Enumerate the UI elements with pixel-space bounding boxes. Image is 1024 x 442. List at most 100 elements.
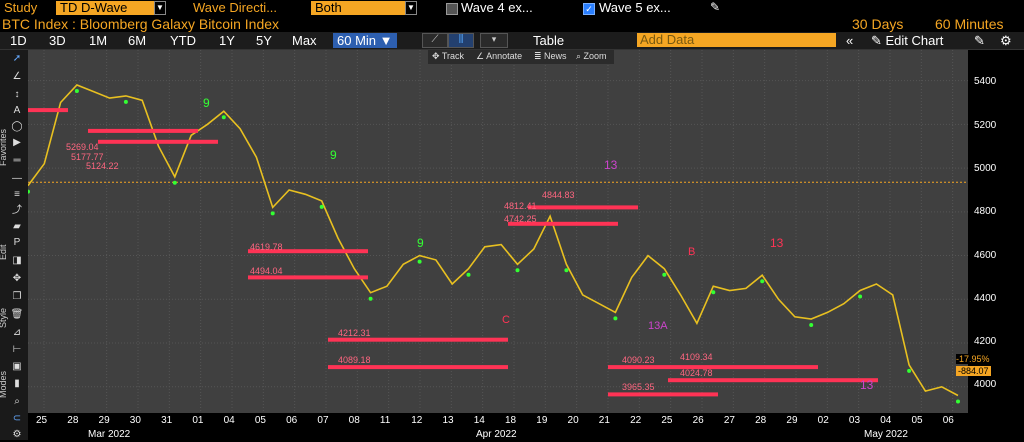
wave-direction-select[interactable]: Both [311, 1, 407, 15]
x-tick: 21 [598, 415, 610, 426]
wave-marker [564, 268, 569, 273]
study-label: Study [4, 0, 38, 15]
level-bar [328, 337, 508, 342]
pattern-icon[interactable]: P [10, 236, 24, 250]
x-tick: 20 [567, 415, 579, 426]
wave-marker [466, 272, 471, 277]
wave-marker [417, 259, 422, 264]
level-bar [98, 139, 218, 144]
page-title: BTC Index : Bloomberg Galaxy Bitcoin Ind… [2, 16, 280, 32]
move-icon[interactable]: ✥ [10, 272, 24, 286]
range-1y[interactable]: 1Y [219, 33, 235, 48]
range-1m[interactable]: 1M [89, 33, 107, 48]
level-bar [248, 275, 368, 280]
price-label: 4212.31 [338, 328, 371, 338]
range-ytd[interactable]: YTD [170, 33, 196, 48]
ellipse-icon[interactable]: ◯ [10, 120, 24, 134]
x-tick: 03 [848, 415, 861, 426]
brush-icon[interactable]: ▮ [10, 377, 24, 391]
tab-modes[interactable]: Modes [0, 371, 8, 398]
wave5-label: Wave 5 ex... [599, 0, 671, 15]
add-data-input[interactable]: Add Data [637, 33, 836, 47]
wave-marker [809, 323, 814, 327]
wave-marker [270, 211, 275, 216]
study-dropdown-icon[interactable]: ▼ [154, 1, 166, 15]
range-3d[interactable]: 3D [49, 33, 66, 48]
wave-marker [907, 368, 912, 373]
news-button[interactable]: ≣ News [534, 51, 567, 62]
period-label: 30 Days [852, 16, 904, 32]
price-label: 3965.35 [622, 382, 655, 392]
news-label: News [544, 51, 567, 61]
range-6m[interactable]: 6M [128, 33, 146, 48]
edit-pencil-icon[interactable]: ✎ [974, 33, 985, 49]
x-tick: 04 [223, 415, 235, 426]
zoom-button[interactable]: ⌕ Zoom [576, 51, 607, 62]
range-max[interactable]: Max [292, 33, 317, 48]
trend-icon[interactable]: ⤴ [10, 204, 24, 218]
weight-icon[interactable]: ⊢ [10, 343, 24, 357]
range-5y[interactable]: 5Y [256, 33, 272, 48]
price-label: 4024.78 [680, 368, 713, 378]
chart-type-dropdown-icon[interactable]: ▾ [480, 33, 508, 48]
hline-icon[interactable]: — [10, 172, 24, 186]
line-chart-icon[interactable]: ⟋ [422, 33, 448, 48]
y-tick: 4000 [974, 379, 997, 390]
copy-icon[interactable]: ❐ [10, 290, 24, 304]
arrow-icon[interactable]: ▶ [10, 136, 24, 150]
x-tick: 26 [692, 415, 704, 426]
fill-icon[interactable]: ▣ [10, 360, 24, 374]
bar-chart-icon[interactable]: ⫼ [448, 33, 474, 48]
annotate-button[interactable]: ∠ Annotate [476, 51, 522, 62]
y-tick: 4600 [974, 250, 997, 261]
tab-favorites[interactable]: Favorites [0, 129, 8, 166]
line-style-icon[interactable]: ⊿ [10, 326, 24, 340]
study-select[interactable]: TD D-Wave [56, 1, 154, 15]
x-tick: 06 [942, 415, 954, 426]
table-button[interactable]: Table [533, 33, 564, 48]
pencil-draw-icon[interactable]: ∠ [10, 70, 24, 84]
interval-select[interactable]: 60 Min ▼ [333, 33, 397, 48]
x-tick: 29 [98, 415, 110, 426]
price-chart[interactable]: 5269.04 5177.77 5124.22 4844.83 4812.41 … [28, 50, 968, 413]
shape-icon[interactable]: ▰ [10, 220, 24, 234]
tab-edit[interactable]: Edit [0, 244, 8, 260]
x-tick: 11 [379, 415, 391, 426]
level-bar [668, 378, 878, 383]
lock-icon[interactable]: ⌕ [10, 395, 24, 409]
wave-13-label: 13 [860, 378, 874, 392]
x-tick: 31 [161, 415, 173, 426]
delete-icon[interactable]: 🗑 [10, 308, 24, 322]
edit-chart-button[interactable]: ✎ Edit Chart [871, 33, 943, 49]
wave-direction-dropdown-icon[interactable]: ▼ [405, 1, 417, 15]
chart-canvas [28, 50, 968, 413]
wave-c-label: C [502, 314, 510, 326]
track-label: Track [441, 51, 465, 61]
channel-icon[interactable]: ═ [10, 154, 24, 168]
x-tick: 29 [786, 415, 798, 426]
magnet-icon[interactable]: ⊂ [10, 412, 24, 426]
collapse-icon[interactable]: « [846, 33, 853, 48]
interval-label: 60 Minutes [935, 16, 1004, 32]
interval-select-label: 60 Min [337, 33, 377, 48]
x-tick: 30 [129, 415, 141, 426]
x-axis: 25 28 29 30 31 01 04 05 06 07 08 11 12 13 14 18 19 20 21 22… [28, 413, 1024, 440]
price-label: 4089.18 [338, 355, 371, 365]
track-button[interactable]: ✥ Track [432, 51, 464, 62]
range-1d[interactable]: 1D [10, 33, 27, 48]
cursor-icon[interactable]: ➚ [10, 52, 24, 66]
edit-mode-icon[interactable]: ◨ [10, 254, 24, 268]
wave4-checkbox[interactable] [446, 3, 458, 15]
price-label: 4109.34 [680, 352, 713, 362]
wave-marker [172, 180, 177, 185]
lines-icon[interactable]: ≡ [10, 188, 24, 202]
tab-style[interactable]: Style [0, 308, 8, 328]
wave5-checkbox[interactable]: ✓ [583, 3, 595, 15]
x-tick: 18 [505, 415, 517, 426]
text-icon[interactable]: A [10, 104, 24, 118]
pencil-icon[interactable]: ✎ [710, 0, 720, 14]
fib-icon[interactable]: ↕ [10, 88, 24, 102]
settings-gear-icon[interactable]: ⚙ [1000, 33, 1012, 49]
range-toolbar: 1D 3D 1M 6M YTD 1Y 5Y Max 60 Min ▼ ⟋ ⫼ ▾… [0, 32, 1024, 50]
wave-9-label: 9 [330, 148, 337, 162]
